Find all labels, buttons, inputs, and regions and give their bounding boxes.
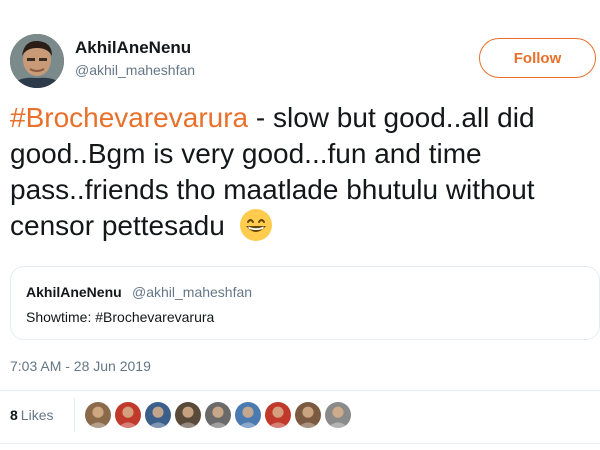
liker-avatar[interactable] bbox=[114, 401, 142, 429]
likes-separator bbox=[74, 398, 75, 432]
tweet-timestamp[interactable]: 7:03 AM - 28 Jun 2019 bbox=[10, 358, 151, 374]
author-handle[interactable]: @akhil_maheshfan bbox=[75, 62, 195, 78]
grinning-face-with-smiling-eyes-icon bbox=[239, 208, 273, 242]
liker-avatar[interactable] bbox=[174, 401, 202, 429]
liker-avatar[interactable] bbox=[204, 401, 232, 429]
quoted-tweet-card[interactable]: AkhilAneNenu @akhil_maheshfan Showtime: … bbox=[10, 266, 600, 340]
likes-number: 8 bbox=[10, 407, 18, 423]
quoted-author-name: AkhilAneNenu bbox=[26, 284, 122, 300]
liker-avatar[interactable] bbox=[144, 401, 172, 429]
follow-button[interactable]: Follow bbox=[479, 38, 596, 78]
quoted-author-handle: @akhil_maheshfan bbox=[132, 284, 253, 300]
author-avatar[interactable] bbox=[10, 34, 64, 88]
likes-count[interactable]: 8 Likes bbox=[10, 407, 53, 423]
liker-avatar[interactable] bbox=[294, 401, 322, 429]
tweet-text: #Brochevarevarura - slow but good..all d… bbox=[10, 100, 595, 244]
liker-avatars bbox=[84, 401, 354, 429]
author-display-name[interactable]: AkhilAneNenu bbox=[75, 38, 191, 58]
liker-avatar[interactable] bbox=[234, 401, 262, 429]
liker-avatar[interactable] bbox=[264, 401, 292, 429]
divider bbox=[0, 390, 600, 391]
quoted-tweet-text: Showtime: #Brochevarevarura bbox=[26, 309, 215, 325]
liker-avatar[interactable] bbox=[84, 401, 112, 429]
likes-label: Likes bbox=[20, 407, 54, 423]
tweet-hashtag-link[interactable]: #Brochevarevarura bbox=[10, 102, 248, 133]
liker-avatar[interactable] bbox=[324, 401, 352, 429]
divider bbox=[0, 443, 600, 444]
